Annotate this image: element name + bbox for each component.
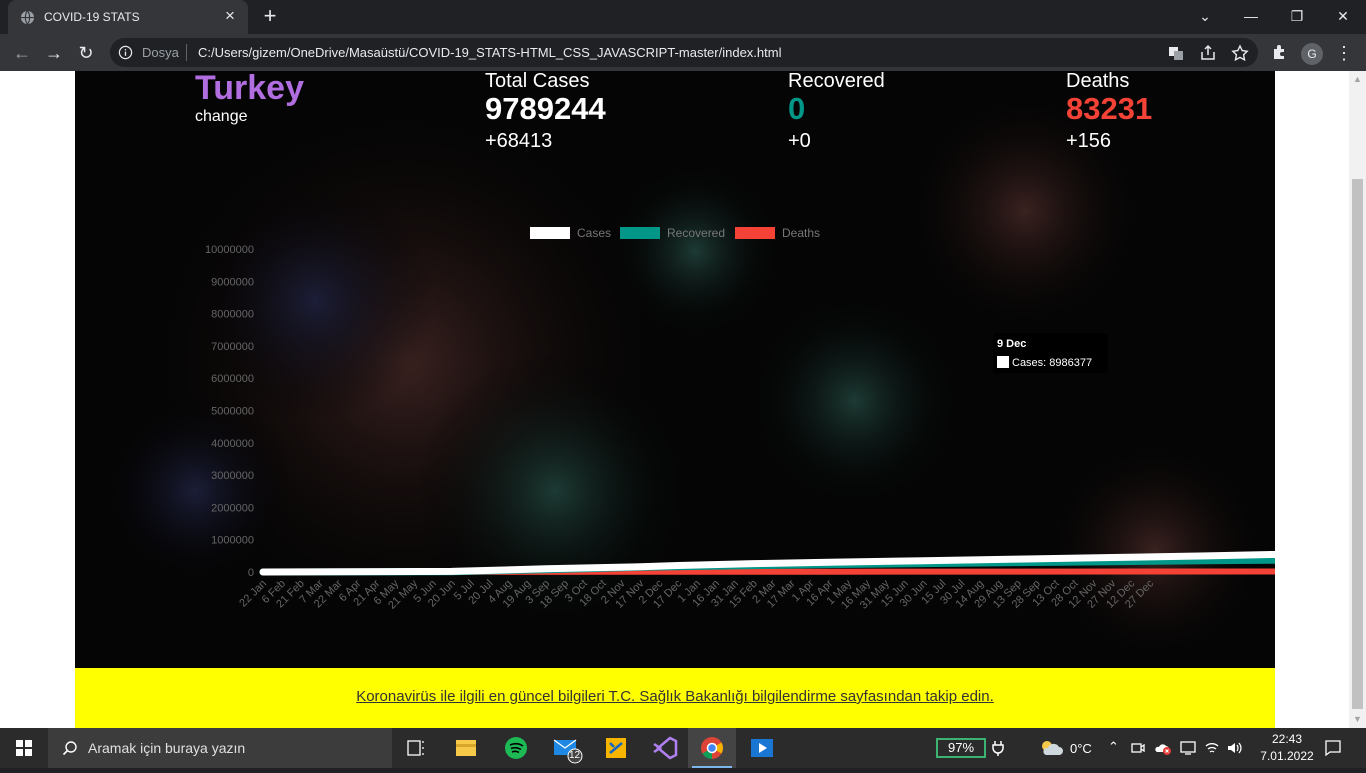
restore-button[interactable]: ❐	[1274, 0, 1320, 32]
weather-cloud-icon[interactable]	[1038, 738, 1064, 758]
y-tick-label: 2000000	[211, 502, 254, 514]
mail-icon[interactable]: 12	[542, 728, 590, 768]
forward-button[interactable]: →	[40, 39, 68, 67]
total-cases-delta: +68413	[485, 130, 553, 152]
tooltip-title: 9 Dec	[997, 338, 1026, 350]
tray-overflow-icon[interactable]: ⌃	[1108, 739, 1119, 755]
bookmark-star-icon[interactable]	[1230, 43, 1250, 63]
windows-taskbar: Aramak için buraya yazın 12 97% 0°C ⌃ 22…	[0, 728, 1366, 768]
menu-icon[interactable]: ⋮	[1330, 39, 1358, 67]
onedrive-error-icon[interactable]	[1154, 740, 1172, 756]
legend-swatch-deaths	[735, 227, 775, 239]
deaths-value: 83231	[1066, 91, 1153, 126]
total-cases-label: Total Cases	[485, 71, 590, 92]
y-tick-label: 10000000	[205, 244, 254, 256]
y-tick-label: 9000000	[211, 276, 254, 288]
scroll-down-arrow-icon[interactable]: ▼	[1349, 711, 1366, 728]
series-line-recovered	[259, 556, 1275, 576]
profile-avatar[interactable]: G	[1301, 43, 1323, 65]
taskbar-search[interactable]: Aramak için buraya yazın	[48, 728, 392, 768]
y-tick-label: 1000000	[211, 535, 254, 547]
ministry-info-link[interactable]: Koronavirüs ile ilgili en güncel bilgile…	[75, 688, 1275, 705]
back-button[interactable]: ←	[8, 39, 36, 67]
battery-indicator[interactable]: 97%	[936, 738, 986, 758]
covid-line-chart[interactable]: Cases Recovered Deaths10000000900000080000…	[75, 221, 1275, 621]
mail-badge: 12	[569, 750, 581, 761]
globe-icon	[20, 10, 35, 25]
recovered-delta: +0	[788, 130, 811, 152]
y-tick-label: 7000000	[211, 341, 254, 353]
clock-date[interactable]: 7.01.2022	[1253, 749, 1321, 763]
tooltip-swatch	[997, 356, 1009, 368]
deaths-delta: +156	[1066, 130, 1112, 152]
y-tick-label: 4000000	[211, 438, 254, 450]
address-bar[interactable]: Dosya C:/Users/gizem/OneDrive/Masaüstü/C…	[110, 38, 1258, 67]
windows-start-icon[interactable]	[0, 728, 48, 768]
tab-title: COVID-19 STATS	[44, 10, 140, 24]
legend-swatch-cases	[530, 227, 570, 239]
y-tick-label: 8000000	[211, 309, 254, 321]
extensions-icon[interactable]	[1270, 42, 1290, 62]
legend-label-deaths: Deaths	[782, 226, 820, 240]
change-country-link[interactable]: change	[195, 108, 248, 126]
country-name: Turkey	[195, 71, 304, 107]
scroll-thumb[interactable]	[1352, 179, 1363, 709]
clock-time[interactable]: 22:43	[1265, 732, 1309, 746]
new-tab-button[interactable]: +	[258, 5, 282, 29]
search-placeholder: Aramak için buraya yazın	[88, 740, 246, 756]
power-plug-icon	[992, 741, 1004, 756]
search-icon	[62, 741, 77, 756]
page-viewport: Turkey change Total Cases 9789244 +68413…	[0, 71, 1349, 728]
translate-icon[interactable]	[1166, 43, 1186, 63]
y-tick-label: 5000000	[211, 406, 254, 418]
close-window-button[interactable]: ✕	[1320, 0, 1366, 32]
share-icon[interactable]	[1198, 43, 1218, 63]
minimize-button[interactable]: —	[1228, 0, 1274, 32]
series-line-cases	[259, 550, 1275, 576]
volume-icon[interactable]	[1226, 740, 1242, 756]
recovered-label: Recovered	[788, 71, 885, 92]
scroll-up-arrow-icon[interactable]: ▲	[1349, 71, 1366, 88]
task-view-icon[interactable]	[392, 728, 440, 768]
close-tab-icon[interactable]: ×	[220, 6, 240, 26]
chrome-icon[interactable]	[688, 728, 736, 768]
legend-label-recovered: Recovered	[667, 226, 725, 240]
url-scheme-label: Dosya	[142, 45, 179, 60]
media-player-icon[interactable]	[738, 728, 786, 768]
y-tick-label: 0	[248, 567, 254, 579]
stats-hero: Turkey change Total Cases 9789244 +68413…	[75, 71, 1275, 668]
legend-swatch-recovered	[620, 227, 660, 239]
browser-toolbar: ← → ↻ Dosya C:/Users/gizem/OneDrive/Masa…	[0, 34, 1366, 71]
wifi-icon[interactable]	[1204, 740, 1220, 756]
spotify-icon[interactable]	[492, 728, 540, 768]
info-icon[interactable]	[118, 45, 133, 60]
divider	[186, 44, 187, 61]
tab-strip: COVID-19 STATS × + ⌄ — ❐ ✕	[0, 0, 1366, 34]
visual-studio-icon[interactable]	[640, 728, 688, 768]
tooltip-label: Cases: 8986377	[1012, 357, 1092, 369]
notification-center-icon[interactable]	[1324, 739, 1342, 757]
page-scrollbar[interactable]: ▲ ▼	[1349, 71, 1366, 728]
browser-tab[interactable]: COVID-19 STATS ×	[8, 0, 248, 34]
temperature-text[interactable]: 0°C	[1070, 741, 1092, 756]
legend-label-cases: Cases	[577, 226, 611, 240]
tab-search-icon[interactable]: ⌄	[1182, 0, 1228, 32]
total-cases-value: 9789244	[485, 91, 606, 126]
recovered-value: 0	[788, 91, 806, 126]
display-icon[interactable]	[1180, 740, 1196, 756]
y-tick-label: 6000000	[211, 373, 254, 385]
y-tick-label: 3000000	[211, 470, 254, 482]
deaths-label: Deaths	[1066, 71, 1130, 92]
footer-banner: Koronavirüs ile ilgili en güncel bilgile…	[75, 668, 1275, 728]
file-explorer-icon[interactable]	[442, 728, 490, 768]
url-text[interactable]: C:/Users/gizem/OneDrive/Masaüstü/COVID-1…	[198, 45, 781, 60]
meet-now-icon[interactable]	[1130, 740, 1146, 756]
code-app-icon[interactable]	[592, 728, 640, 768]
reload-button[interactable]: ↻	[72, 39, 100, 67]
